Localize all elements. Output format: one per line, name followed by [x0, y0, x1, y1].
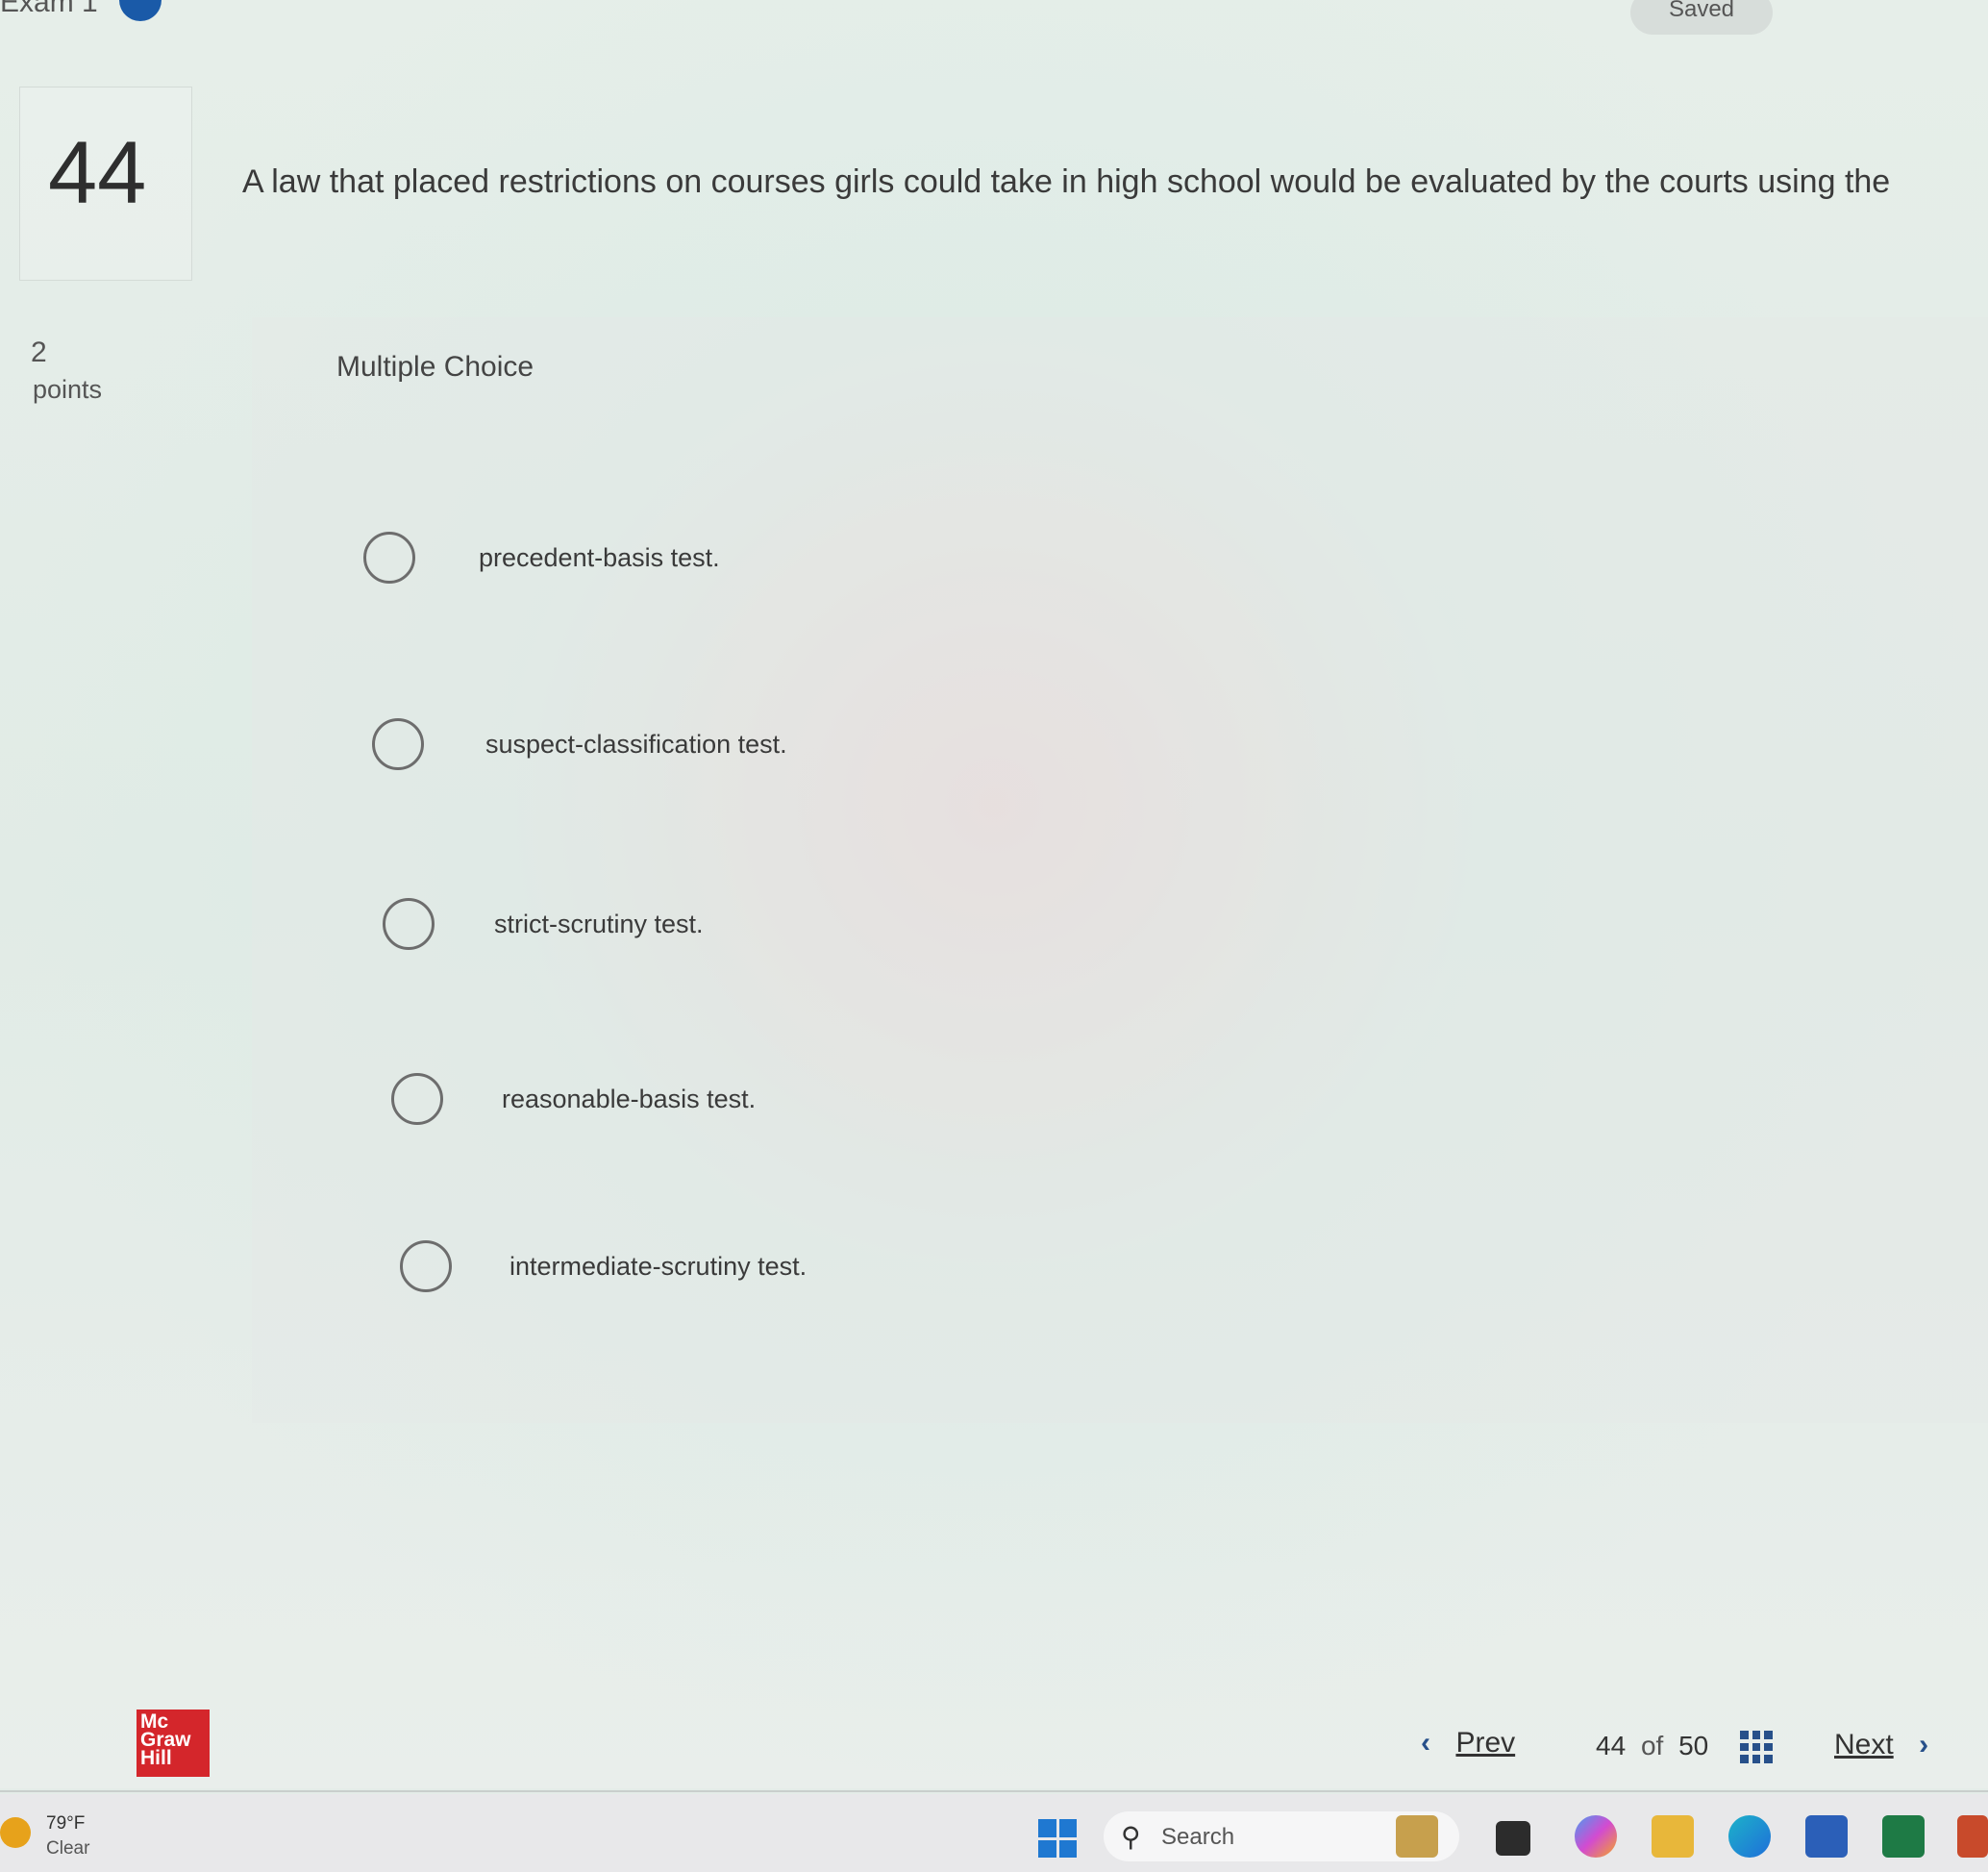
answer-option-label: intermediate-scrutiny test.	[509, 1252, 808, 1281]
taskbar: 79°F Clear ⚲ Search	[0, 1794, 1988, 1872]
edge-browser-icon[interactable]	[1728, 1815, 1771, 1858]
next-button[interactable]: Next ›	[1834, 1729, 1928, 1767]
powerpoint-icon[interactable]	[1957, 1815, 1988, 1858]
grid-icon[interactable]	[1740, 1731, 1773, 1763]
chevron-right-icon: ›	[1919, 1729, 1929, 1760]
task-view-icon[interactable]	[1496, 1821, 1530, 1856]
points-value: 2	[31, 337, 47, 368]
points-label: points	[33, 375, 103, 404]
answer-option-label: strict-scrutiny test.	[494, 910, 704, 938]
word-icon[interactable]	[1805, 1815, 1848, 1858]
weather-description[interactable]: Clear	[46, 1838, 89, 1860]
search-placeholder: Search	[1161, 1824, 1235, 1850]
prev-label[interactable]: Prev	[1455, 1727, 1515, 1759]
footer-divider	[0, 1790, 1988, 1792]
radio-button[interactable]	[391, 1073, 443, 1125]
question-number: 44	[48, 124, 147, 222]
answer-option-label: precedent-basis test.	[479, 543, 720, 572]
widget-icon[interactable]	[1396, 1815, 1438, 1858]
windows-icon[interactable]	[1038, 1819, 1077, 1858]
saved-badge: Saved	[1630, 0, 1773, 35]
prev-button[interactable]: ‹ Prev	[1421, 1727, 1515, 1765]
chevron-left-icon: ‹	[1421, 1727, 1430, 1759]
file-explorer-icon[interactable]	[1652, 1815, 1694, 1858]
info-icon[interactable]	[119, 0, 162, 21]
answer-option-label: suspect-classification test.	[485, 730, 787, 759]
radio-button[interactable]	[363, 532, 415, 584]
search-icon: ⚲	[1121, 1822, 1141, 1852]
weather-icon[interactable]	[0, 1817, 31, 1848]
top-bar: Exam 1 Saved	[0, 0, 1988, 38]
current-page: 44	[1596, 1731, 1627, 1760]
logo-line: Hill	[140, 1747, 172, 1769]
radio-button[interactable]	[372, 718, 424, 770]
radio-button[interactable]	[400, 1240, 452, 1292]
next-label[interactable]: Next	[1834, 1729, 1894, 1760]
total-pages: 50	[1678, 1731, 1709, 1760]
of-label: of	[1640, 1731, 1664, 1760]
excel-icon[interactable]	[1882, 1815, 1925, 1858]
radio-button[interactable]	[383, 898, 435, 950]
answer-option-label: reasonable-basis test.	[502, 1085, 757, 1113]
mcgraw-hill-logo: Mc Graw Hill	[137, 1710, 210, 1777]
question-type-label: Multiple Choice	[336, 351, 534, 383]
question-text: A law that placed restrictions on course…	[242, 163, 1891, 200]
weather-temperature[interactable]: 79°F	[46, 1813, 85, 1835]
page-counter: 44 of 50	[1596, 1731, 1708, 1761]
copilot-icon[interactable]	[1575, 1815, 1617, 1858]
exam-title: Exam 1	[0, 0, 98, 18]
